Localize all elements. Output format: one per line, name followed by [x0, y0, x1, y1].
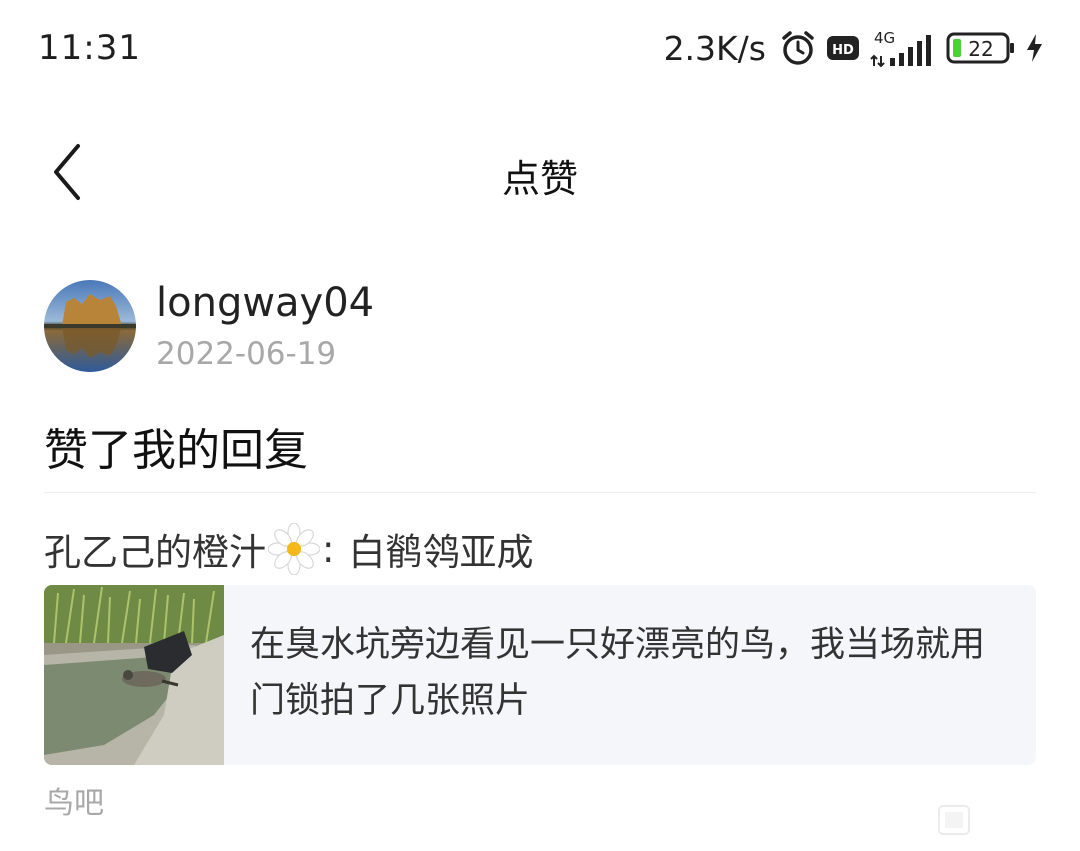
reply-content: 白鹡鸰亚成: [348, 531, 534, 574]
post-thumbnail: [44, 585, 224, 765]
page-title: 点赞: [501, 157, 578, 201]
network-speed: 2.3K/s: [663, 28, 766, 68]
svg-text:HD: HD: [832, 43, 854, 58]
reply-line[interactable]: 孔乙己的橙汁 : 白鹡鸰亚成: [44, 522, 533, 576]
like-date: 2022-06-19: [156, 336, 337, 372]
charge-icon: [1024, 32, 1044, 64]
battery-icon: 22: [946, 31, 1016, 65]
alarm-icon: [778, 28, 818, 68]
divider: [44, 492, 1036, 493]
svg-text:22: 22: [968, 37, 993, 61]
hd-icon: HD: [826, 33, 860, 63]
post-card[interactable]: 在臭水坑旁边看见一只好漂亮的鸟，我当场就用门锁拍了几张照片: [44, 585, 1036, 765]
floating-image-icon[interactable]: [937, 804, 971, 836]
signal-icon: 4G: [868, 28, 938, 68]
status-icons: 2.3K/s HD 4G 22: [664, 26, 1044, 70]
daisy-icon: [267, 522, 321, 576]
forum-name[interactable]: 鸟吧: [44, 778, 104, 822]
reply-author: 孔乙己的橙汁: [44, 531, 266, 574]
like-action-text: 赞了我的回复: [44, 425, 308, 476]
status-bar: 11:31 2.3K/s HD 4G 22: [0, 0, 1080, 96]
svg-text:4G: 4G: [874, 29, 895, 47]
reply-separator: :: [322, 527, 335, 571]
nav-bar: 点赞: [0, 120, 1080, 230]
username[interactable]: longway04: [156, 280, 374, 326]
avatar[interactable]: [44, 280, 136, 372]
post-text: 在臭水坑旁边看见一只好漂亮的鸟，我当场就用门锁拍了几张照片: [250, 625, 986, 721]
status-time: 11:31: [38, 28, 141, 68]
